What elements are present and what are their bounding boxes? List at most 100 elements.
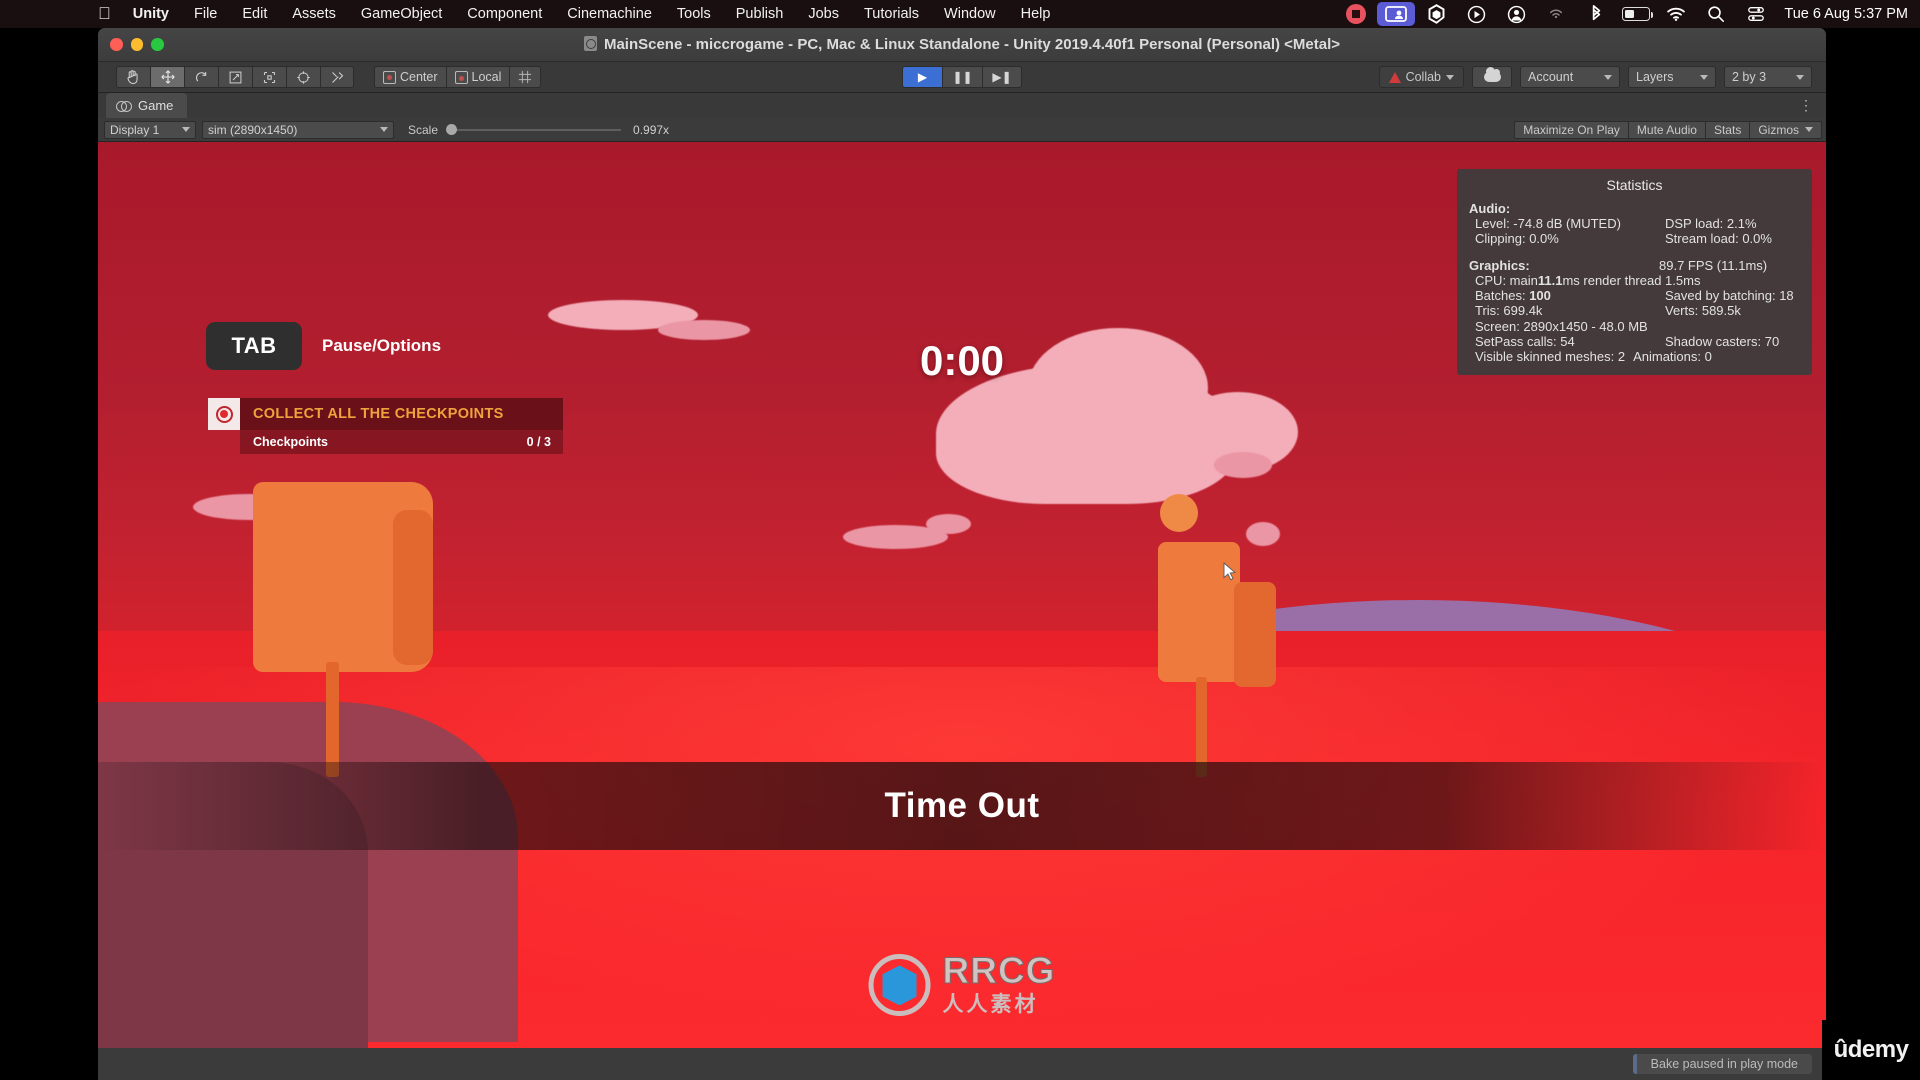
menu-component[interactable]: Component xyxy=(467,6,542,22)
pivot-rotation-button[interactable]: Local xyxy=(445,66,510,88)
account-circle-icon[interactable] xyxy=(1496,0,1536,28)
move-tool-button[interactable] xyxy=(150,66,184,88)
statistics-batches-row: Batches: 100 Saved by batching: 18 xyxy=(1457,288,1812,303)
batches-prefix: Batches: xyxy=(1475,288,1530,304)
unity-hub-icon[interactable] xyxy=(1416,0,1456,28)
checkpoint-target-icon xyxy=(208,398,240,430)
battery-icon[interactable] xyxy=(1616,0,1656,28)
udemy-watermark: ûdemy xyxy=(1822,1020,1920,1080)
layout-label: 2 by 3 xyxy=(1732,70,1767,84)
tree-canopy xyxy=(1234,582,1276,687)
cpu-main-value: 11.1 xyxy=(1537,272,1563,288)
statistics-skinned-row: Visible skinned meshes: 2 Animations: 0 xyxy=(1457,349,1812,364)
rotate-tool-button[interactable] xyxy=(184,66,218,88)
play-button[interactable]: ▶ xyxy=(902,66,942,88)
rect-tool-button[interactable] xyxy=(252,66,286,88)
menu-bar-clock[interactable]: Tue 6 Aug 5:37 PM xyxy=(1784,6,1908,22)
record-stop-icon[interactable] xyxy=(1336,0,1376,28)
timeout-text: Time Out xyxy=(884,786,1040,825)
menu-file[interactable]: File xyxy=(194,6,217,22)
panel-options-icon[interactable]: ⋮ xyxy=(1799,97,1814,114)
menu-edit[interactable]: Edit xyxy=(242,6,267,22)
menu-unity[interactable]: Unity xyxy=(133,6,169,22)
playmode-controls: ▶ ❚❚ ▶❚ xyxy=(902,66,1022,88)
setpass-value: SetPass calls: 54 xyxy=(1475,334,1575,350)
udemy-logo: ûdemy xyxy=(1833,1036,1909,1063)
menu-gameobject[interactable]: GameObject xyxy=(361,6,442,22)
resolution-label: sim (2890x1450) xyxy=(208,122,298,137)
objective-header: COLLECT ALL THE CHECKPOINTS xyxy=(208,398,563,430)
macos-menu-bar:  Unity File Edit Assets GameObject Comp… xyxy=(0,0,1920,28)
gizmos-dropdown[interactable]: Gizmos xyxy=(1749,120,1822,139)
chevron-down-icon xyxy=(1700,74,1708,80)
window-title-bar: MainScene - miccrogame - PC, Mac & Linux… xyxy=(98,28,1826,62)
pivot-mode-button[interactable]: Center xyxy=(374,66,446,88)
cpu-prefix: CPU: main xyxy=(1475,272,1538,288)
tab-game[interactable]: Game xyxy=(106,93,188,118)
layout-dropdown[interactable]: 2 by 3 xyxy=(1724,66,1812,88)
cpu-suffix: ms render thread 1.5ms xyxy=(1562,272,1701,288)
services-cloud-button[interactable] xyxy=(1472,66,1512,88)
tree-top-sphere xyxy=(1160,494,1198,532)
maximize-on-play-toggle[interactable]: Maximize On Play xyxy=(1514,120,1628,139)
collab-button[interactable]: Collab xyxy=(1378,66,1464,88)
game-view-render[interactable]: TAB Pause/Options COLLECT ALL THE CHECKP… xyxy=(98,142,1826,1048)
menu-help[interactable]: Help xyxy=(1021,6,1051,22)
statistics-spacer xyxy=(1457,247,1812,258)
cloud-shape xyxy=(926,514,971,534)
account-dropdown[interactable]: Account xyxy=(1520,66,1620,88)
scale-label: Scale xyxy=(408,122,439,137)
chevron-down-icon xyxy=(1796,74,1804,80)
menu-tutorials[interactable]: Tutorials xyxy=(864,6,919,22)
bluetooth-icon[interactable] xyxy=(1576,0,1616,28)
control-center-icon[interactable] xyxy=(1736,0,1776,28)
menu-jobs[interactable]: Jobs xyxy=(808,6,839,22)
macos-status-items: Tue 6 Aug 5:37 PM xyxy=(1336,0,1920,28)
bake-status-message[interactable]: Bake paused in play mode xyxy=(1632,1054,1812,1074)
grid-snapping-button[interactable] xyxy=(509,66,542,88)
display-dropdown[interactable]: Display 1 xyxy=(104,120,196,139)
menu-window[interactable]: Window xyxy=(944,6,996,22)
statistics-screen-row: Screen: 2890x1450 - 48.0 MB xyxy=(1457,319,1812,334)
custom-tool-button[interactable] xyxy=(320,66,354,88)
hud-objective: COLLECT ALL THE CHECKPOINTS Checkpoints … xyxy=(208,398,563,454)
animations-value: Animations: 0 xyxy=(1633,349,1712,365)
chevron-down-icon xyxy=(1805,127,1813,132)
pause-button[interactable]: ❚❚ xyxy=(942,66,982,88)
resolution-dropdown[interactable]: sim (2890x1450) xyxy=(202,120,394,139)
scale-slider-knob[interactable] xyxy=(446,124,458,135)
hand-tool-button[interactable] xyxy=(116,66,150,88)
audio-level: Level: -74.8 dB (MUTED) xyxy=(1475,215,1621,231)
unity-editor-window: MainScene - miccrogame - PC, Mac & Linux… xyxy=(98,28,1826,1080)
play-circle-icon[interactable] xyxy=(1456,0,1496,28)
wifi-icon[interactable] xyxy=(1656,0,1696,28)
mouse-cursor xyxy=(1223,562,1237,582)
audio-clipping: Clipping: 0.0% xyxy=(1475,231,1559,247)
apple-logo-icon[interactable]:  xyxy=(98,5,111,22)
statistics-cpu-row: CPU: main 11.1 ms render thread 1.5ms xyxy=(1457,273,1812,288)
screen-share-icon[interactable] xyxy=(1376,0,1416,28)
layers-label: Layers xyxy=(1636,70,1674,84)
collab-label: Collab xyxy=(1405,70,1441,84)
menu-assets[interactable]: Assets xyxy=(292,6,336,22)
rrcg-watermark: RRCG 人人素材 xyxy=(868,951,1056,1018)
objective-counter-value: 0 / 3 xyxy=(526,435,551,449)
statistics-graphics-row: Graphics: 89.7 FPS (11.1ms) xyxy=(1457,258,1812,273)
spotlight-search-icon[interactable] xyxy=(1696,0,1736,28)
stats-toggle[interactable]: Stats xyxy=(1704,120,1750,139)
scale-slider[interactable] xyxy=(446,121,622,139)
objective-title: COLLECT ALL THE CHECKPOINTS xyxy=(253,406,504,422)
step-button[interactable]: ▶❚ xyxy=(982,66,1022,88)
scale-tool-button[interactable] xyxy=(218,66,252,88)
unity-main-toolbar: Center Local ▶ ❚❚ ▶❚ Collab Account Laye… xyxy=(98,62,1826,93)
saved-by-batching: Saved by batching: 18 xyxy=(1665,288,1794,304)
menu-publish[interactable]: Publish xyxy=(736,6,784,22)
menu-tools[interactable]: Tools xyxy=(677,6,711,22)
toolbar-right-group: Collab Account Layers 2 by 3 xyxy=(1378,66,1812,88)
layers-dropdown[interactable]: Layers xyxy=(1628,66,1716,88)
audio-dsp-load: DSP load: 2.1% xyxy=(1665,215,1757,231)
transform-tool-button[interactable] xyxy=(286,66,320,88)
airplay-icon[interactable] xyxy=(1536,0,1576,28)
mute-audio-toggle[interactable]: Mute Audio xyxy=(1627,120,1705,139)
menu-cinemachine[interactable]: Cinemachine xyxy=(567,6,652,22)
